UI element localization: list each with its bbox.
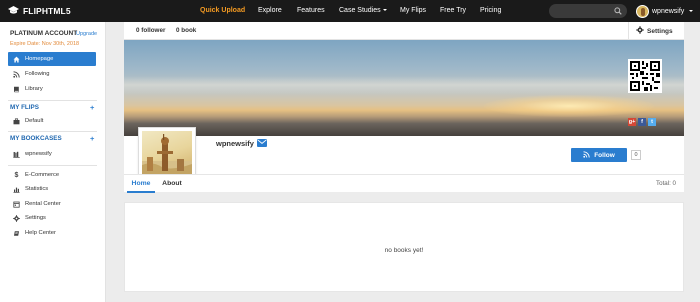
qr-code[interactable] [628, 59, 662, 93]
rss-icon [13, 70, 20, 78]
upgrade-link[interactable]: Upgrade [76, 31, 97, 37]
logo[interactable]: FLIPHTML5 [8, 0, 71, 22]
stats-bar: 0 follower 0 book Settings [124, 22, 684, 40]
help-icon [13, 230, 20, 237]
sidebar-item-label: Library [25, 86, 43, 92]
sidebar-item-label: Following [25, 71, 50, 77]
top-navbar: FLIPHTML5 Quick Upload Explore Features … [0, 0, 700, 22]
search-input[interactable] [549, 4, 627, 18]
nav-case-studies-label: Case Studies [339, 7, 381, 14]
cover-sunset-glow [484, 95, 654, 117]
search-icon[interactable] [614, 6, 622, 17]
follow-label: Follow [594, 151, 615, 159]
nav-explore[interactable]: Explore [258, 0, 282, 22]
settings-button[interactable]: Settings [628, 22, 684, 40]
user-menu[interactable]: wpnewsify [636, 3, 694, 19]
sidebar-item-label: E-Commerce [25, 172, 60, 178]
gear-icon [13, 214, 20, 222]
account-title: PLATINUM ACCOUNT [10, 30, 78, 37]
bar-chart-icon [13, 186, 20, 193]
main-content: 0 follower 0 book Settings g+ f t wpnews… [124, 22, 684, 302]
sidebar-item-label: Default [25, 118, 44, 124]
tab-about[interactable]: About [159, 175, 185, 193]
logo-text: FLIPHTML5 [23, 6, 71, 16]
sidebar-item-ecommerce[interactable]: $ E-Commerce [8, 168, 96, 182]
social-share: g+ f t [628, 118, 656, 126]
twitter-icon[interactable]: t [648, 118, 656, 126]
briefcase-icon [13, 117, 20, 125]
nav-my-flips[interactable]: My Flips [400, 0, 426, 22]
chevron-down-icon [689, 10, 694, 12]
cover-cloud [124, 76, 684, 94]
add-flip-button[interactable]: + [90, 104, 94, 112]
book-count[interactable]: 0 book [176, 22, 196, 40]
sidebar-item-library[interactable]: Library [8, 82, 96, 96]
logo-icon [8, 5, 19, 17]
nav-case-studies[interactable]: Case Studies [339, 0, 387, 22]
facebook-icon[interactable]: f [638, 118, 646, 126]
rss-icon [583, 150, 590, 160]
my-flips-heading: MY FLIPS [10, 104, 39, 111]
sidebar-item-help-center[interactable]: Help Center [8, 226, 96, 240]
book-icon [13, 86, 20, 93]
sidebar-item-label: Rental Center [25, 201, 61, 207]
rental-icon [13, 201, 20, 208]
cover-image: g+ f t [124, 40, 684, 136]
sidebar-item-settings[interactable]: Settings [8, 211, 96, 225]
sidebar-item-rental-center[interactable]: Rental Center [8, 197, 96, 211]
sidebar-item-label: Help Center [25, 230, 56, 236]
nav-features[interactable]: Features [297, 0, 325, 22]
sidebar-item-following[interactable]: Following [8, 67, 96, 81]
sidebar-item-label: Homepage [25, 56, 54, 62]
follow-count-badge: 0 [631, 150, 641, 160]
sidebar-item-label: wpnewsify [25, 151, 52, 157]
mail-icon[interactable] [257, 139, 267, 149]
divider [8, 100, 97, 101]
avatar [636, 4, 649, 18]
profile-tabs: Home About Total: 0 [124, 174, 684, 193]
nav-pricing[interactable]: Pricing [480, 0, 501, 22]
gear-icon [636, 26, 644, 36]
google-plus-icon[interactable]: g+ [628, 118, 636, 126]
sidebar-item-wpnewsify[interactable]: wpnewsify [8, 147, 96, 161]
sidebar-item-default[interactable]: Default [8, 114, 96, 128]
sidebar-item-homepage[interactable]: Homepage [8, 52, 96, 66]
username: wpnewsify [652, 7, 685, 15]
nav-quick-upload[interactable]: Quick Upload [200, 0, 245, 22]
chevron-down-icon [382, 9, 387, 12]
sidebar-item-statistics[interactable]: Statistics [8, 182, 96, 196]
expire-date: Expire Date: Nov 30th, 2018 [10, 41, 80, 47]
divider [8, 165, 97, 166]
divider [8, 131, 97, 132]
tab-home[interactable]: Home [127, 175, 155, 193]
profile-name: wpnewsify [216, 139, 254, 148]
sidebar: PLATINUM ACCOUNT Upgrade Expire Date: No… [0, 22, 106, 302]
sidebar-item-label: Settings [25, 215, 46, 221]
bookshelf-icon [13, 151, 20, 158]
follower-count[interactable]: 0 follower [136, 22, 165, 40]
books-panel: no books yet! [124, 202, 684, 292]
empty-message: no books yet! [384, 247, 424, 254]
sidebar-item-label: Statistics [25, 186, 49, 192]
add-bookcase-button[interactable]: + [90, 135, 94, 143]
nav-free-try[interactable]: Free Try [440, 0, 466, 22]
home-icon [13, 56, 20, 63]
dollar-icon: $ [14, 171, 19, 179]
my-bookcases-heading: MY BOOKCASES [10, 135, 62, 142]
settings-label: Settings [647, 27, 673, 35]
total-count: Total: 0 [656, 180, 676, 187]
follow-button[interactable]: Follow [571, 148, 627, 162]
